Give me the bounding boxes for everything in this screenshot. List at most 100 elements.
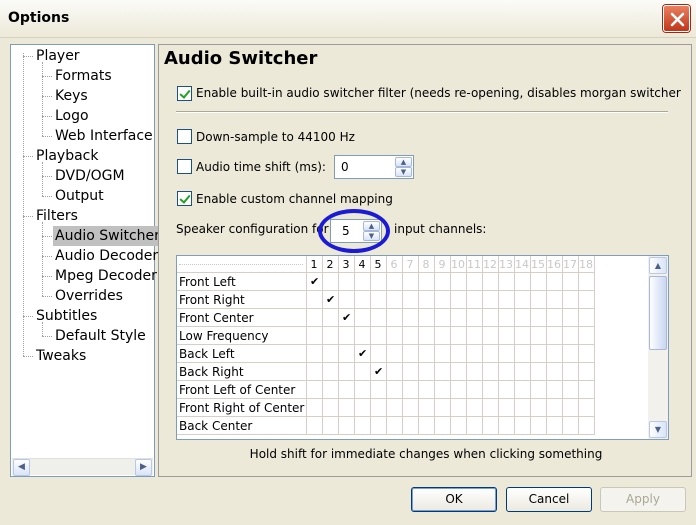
grid-cell[interactable] [339, 273, 355, 291]
tree-item-web-interface[interactable]: Web Interface [53, 126, 155, 146]
grid-cell [515, 381, 531, 399]
tree-item-audio-decoders[interactable]: Audio Decoders [53, 246, 167, 266]
time-shift-checkbox[interactable] [177, 159, 192, 174]
grid-cell[interactable] [323, 381, 339, 399]
grid-cell[interactable] [371, 273, 387, 291]
grid-cell[interactable] [355, 273, 371, 291]
grid-cell[interactable] [307, 417, 323, 435]
scroll-up-button[interactable]: ▲ [649, 257, 667, 274]
grid-cell[interactable] [323, 309, 339, 327]
tree-item-output[interactable]: Output [53, 186, 106, 206]
grid-cell[interactable] [371, 417, 387, 435]
grid-cell [451, 345, 467, 363]
spin-down-icon[interactable]: ▼ [395, 167, 412, 177]
grid-cell[interactable] [371, 309, 387, 327]
ok-button[interactable]: OK [411, 487, 497, 512]
grid-cell [419, 363, 435, 381]
tree-line [42, 176, 52, 177]
grid-cell [531, 309, 547, 327]
grid-cell[interactable] [307, 291, 323, 309]
grid-cell [387, 345, 403, 363]
grid-cell[interactable] [355, 309, 371, 327]
grid-corner-line [179, 264, 303, 265]
tree-item-overrides[interactable]: Overrides [53, 286, 125, 306]
options-tree[interactable]: ◀ ▶ Player Formats Keys Logo Web Interface Pl… [10, 44, 165, 477]
tree-item-default-style[interactable]: Default Style [53, 326, 148, 346]
grid-cell[interactable] [339, 291, 355, 309]
grid-cell[interactable] [307, 381, 323, 399]
enable-filter-checkbox[interactable] [177, 86, 192, 101]
grid-cell[interactable] [307, 399, 323, 417]
apply-button[interactable]: Apply [600, 487, 686, 512]
tree-item-mpeg-decoder[interactable]: Mpeg Decoder [53, 266, 159, 286]
tree-line [42, 136, 52, 137]
time-shift-spinner[interactable]: 0 ▲ ▼ [334, 155, 414, 179]
scroll-left-button[interactable]: ◀ [13, 459, 30, 476]
grid-cell[interactable]: ✔ [307, 273, 323, 291]
grid-cell[interactable] [339, 363, 355, 381]
grid-cell[interactable] [371, 327, 387, 345]
grid-cell[interactable] [371, 291, 387, 309]
tree-item-filters[interactable]: Filters [34, 206, 80, 226]
tree-item-logo[interactable]: Logo [53, 106, 91, 126]
grid-cell [403, 273, 419, 291]
grid-cell[interactable]: ✔ [323, 291, 339, 309]
grid-cell[interactable] [323, 327, 339, 345]
close-button[interactable] [663, 5, 690, 32]
spin-up-icon[interactable]: ▲ [395, 157, 412, 167]
separator [176, 111, 668, 113]
grid-cell[interactable] [339, 417, 355, 435]
scroll-right-button[interactable]: ▶ [135, 459, 152, 476]
tree-item-playback[interactable]: Playback [34, 146, 100, 166]
tree-item-dvd-ogm[interactable]: DVD/OGM [53, 166, 127, 186]
tree-item-tweaks[interactable]: Tweaks [34, 346, 88, 366]
grid-cell[interactable] [371, 399, 387, 417]
grid-column-header: 2 [323, 256, 339, 273]
grid-cell[interactable] [355, 291, 371, 309]
grid-cell[interactable]: ✔ [371, 363, 387, 381]
grid-cell[interactable] [339, 381, 355, 399]
grid-cell[interactable] [355, 327, 371, 345]
grid-cell[interactable] [323, 345, 339, 363]
grid-cell[interactable] [323, 399, 339, 417]
grid-cell[interactable] [355, 363, 371, 381]
custom-mapping-checkbox[interactable] [177, 191, 192, 206]
grid-cell [467, 291, 483, 309]
grid-cell[interactable] [355, 417, 371, 435]
tree-item-formats[interactable]: Formats [53, 66, 114, 86]
grid-cell[interactable] [323, 417, 339, 435]
grid-cell[interactable] [307, 327, 323, 345]
scroll-thumb[interactable] [649, 276, 667, 350]
grid-cell [451, 417, 467, 435]
tree-item-subtitles[interactable]: Subtitles [34, 306, 99, 326]
grid-cell[interactable] [323, 363, 339, 381]
grid-cell [499, 273, 515, 291]
tree-line [42, 162, 43, 196]
grid-cell[interactable] [307, 363, 323, 381]
grid-cell [499, 399, 515, 417]
grid-cell[interactable] [323, 273, 339, 291]
grid-column-number: 2 [326, 258, 334, 271]
scroll-down-button[interactable]: ▼ [649, 421, 667, 438]
grid-row-label-cell: Front Left of Center [177, 381, 307, 399]
grid-cell[interactable] [371, 381, 387, 399]
grid-cell[interactable] [339, 345, 355, 363]
grid-cell[interactable] [307, 345, 323, 363]
grid-cell[interactable]: ✔ [339, 309, 355, 327]
downsample-checkbox[interactable] [177, 129, 192, 144]
grid-cell[interactable] [307, 309, 323, 327]
cancel-button[interactable]: Cancel [506, 487, 592, 512]
grid-cell [387, 417, 403, 435]
grid-cell[interactable] [355, 399, 371, 417]
grid-vertical-scrollbar[interactable]: ▲ ▼ [648, 256, 668, 439]
grid-cell[interactable] [339, 399, 355, 417]
tree-item-keys[interactable]: Keys [53, 86, 90, 106]
tree-horizontal-scrollbar[interactable]: ◀ ▶ [12, 458, 153, 476]
tree-item-audio-switcher[interactable]: Audio Switcher [53, 226, 162, 246]
grid-cell[interactable] [339, 327, 355, 345]
grid-cell[interactable] [371, 345, 387, 363]
grid-cell[interactable] [355, 381, 371, 399]
time-shift-value[interactable]: 0 [341, 160, 349, 174]
grid-cell[interactable]: ✔ [355, 345, 371, 363]
channel-mapping-grid[interactable]: ▲ ▼ 1 2 3 4 5 6 7 8 9 10 11 12 13 14 15 16 17 18 Front Lef… [176, 255, 669, 440]
